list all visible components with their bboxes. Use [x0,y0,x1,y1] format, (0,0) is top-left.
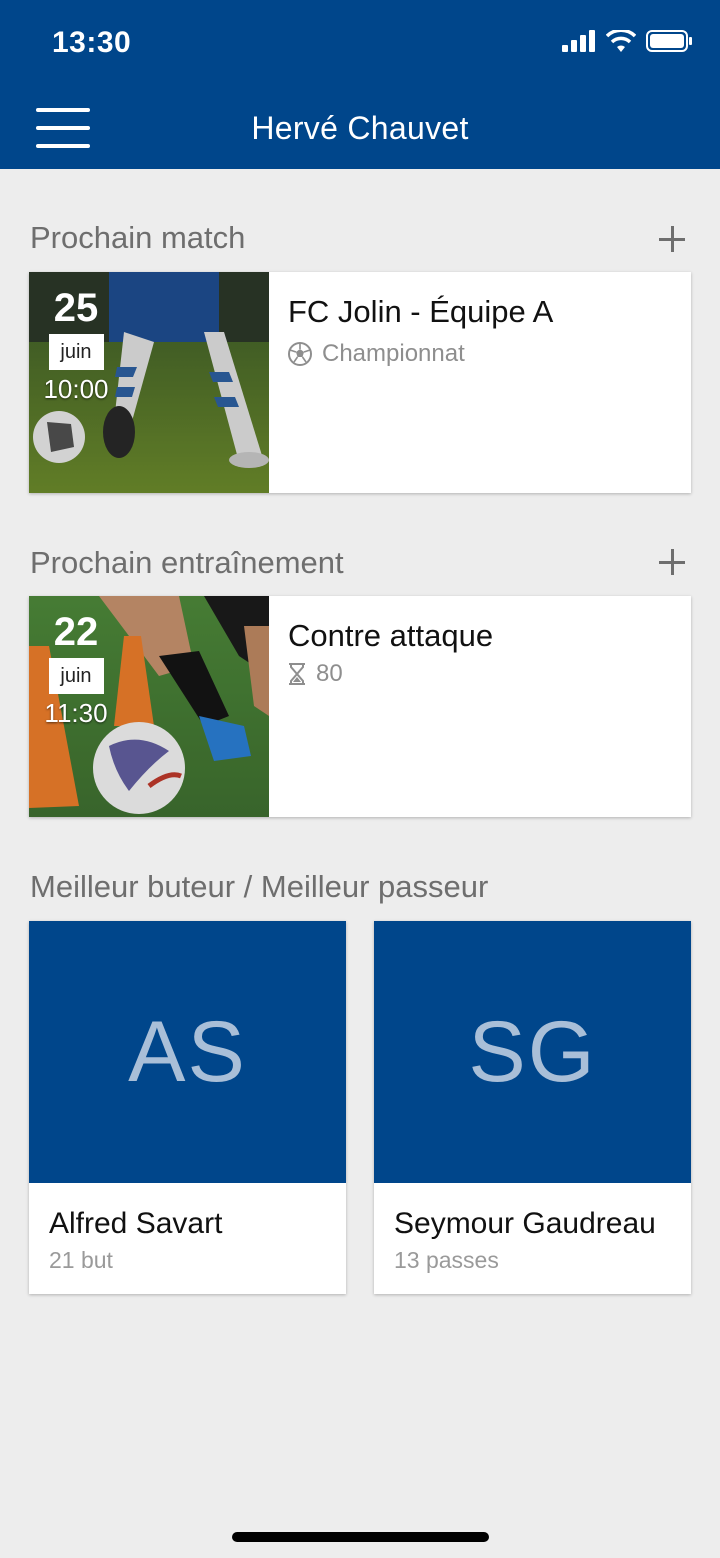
match-subtitle: Championnat [288,340,465,368]
next-match-heading: Prochain match [30,220,246,255]
top-assister-stat: 13 passes [394,1247,499,1273]
top-assister-name: Seymour Gaudreau [394,1207,656,1240]
training-title: Contre attaque [288,618,494,653]
signal-icon [562,30,595,52]
match-date: 25 juin 10:00 [29,272,123,405]
status-time: 13:30 [52,26,132,59]
soccer-ball-icon [288,342,312,366]
match-competition: Championnat [322,340,465,367]
match-time: 10:00 [43,374,109,404]
match-month: juin [48,334,104,370]
training-time: 11:30 [44,698,108,728]
top-players-heading: Meilleur buteur / Meilleur passeur [30,869,489,904]
training-date: 22 juin 11:30 [29,596,123,729]
training-subtitle: 80 [288,660,343,688]
top-scorer-name: Alfred Savart [49,1207,223,1240]
next-match-card[interactable]: 25 juin 10:00 FC Jolin - Équipe A Champi… [29,272,691,493]
training-duration: 80 [316,660,343,687]
avatar: AS [29,921,346,1183]
top-assister-card[interactable]: SG Seymour Gaudreau 13 passes [374,921,691,1294]
page-title: Hervé Chauvet [251,110,469,146]
add-training-button[interactable] [659,549,685,575]
training-month: juin [48,658,104,694]
match-day: 25 [53,286,99,330]
battery-icon [646,30,692,52]
match-title: FC Jolin - Équipe A [288,294,554,329]
status-bar: 13:30 [0,0,720,88]
add-match-button[interactable] [659,226,685,252]
top-scorer-card[interactable]: AS Alfred Savart 21 but [29,921,346,1294]
hourglass-icon [289,663,305,685]
next-training-card[interactable]: 22 juin 11:30 Contre attaque 80 [29,596,691,817]
wifi-icon [606,30,636,52]
app-bar: Hervé Chauvet [0,88,720,169]
avatar: SG [374,921,691,1183]
top-scorer-stat: 21 but [49,1247,113,1273]
training-thumbnail: 22 juin 11:30 [29,596,269,817]
training-day: 22 [53,610,99,654]
status-icons [562,30,692,52]
next-training-heading: Prochain entraînement [30,545,344,580]
home-indicator[interactable] [232,1532,489,1542]
match-thumbnail: 25 juin 10:00 [29,272,269,493]
